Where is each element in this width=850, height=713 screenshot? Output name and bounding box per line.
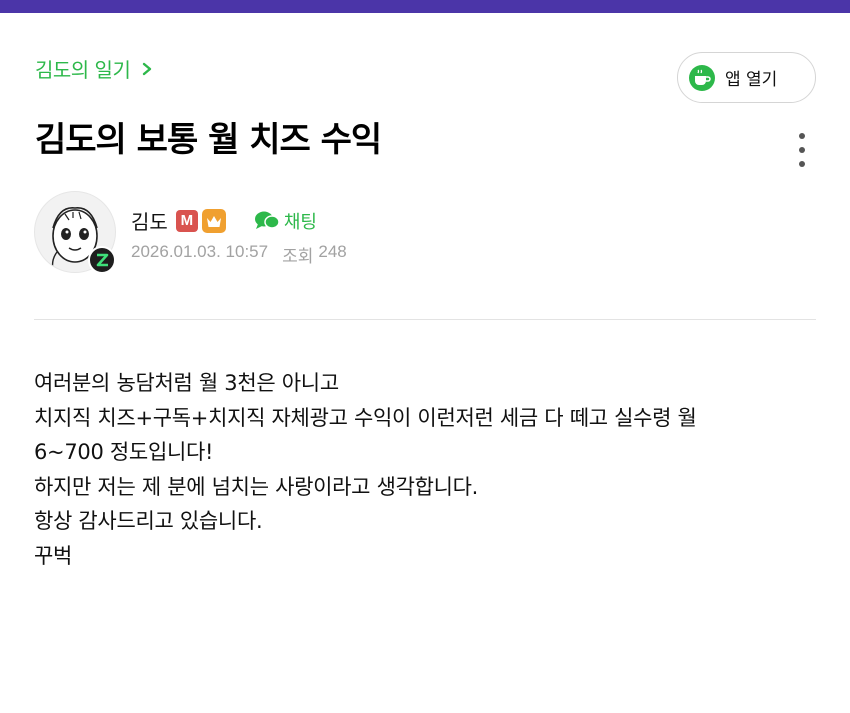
chevron-right-icon	[143, 62, 152, 75]
header-divider	[34, 319, 816, 320]
body-line: 6~700 정도입니다!	[34, 440, 214, 465]
open-app-button[interactable]: 앱 열기	[677, 52, 816, 103]
post-body: 여러분의 농담처럼 월 3천은 아니고 치지직 치즈+구독+치지직 자체광고 수…	[34, 366, 824, 574]
more-vertical-icon[interactable]	[790, 130, 814, 170]
body-line: 치지직 치즈+구독+치지직 자체광고 수익이 이런저런 세금 다 떼고 실수령 …	[34, 405, 697, 430]
crown-icon	[201, 208, 226, 233]
body-line: 여러분의 농담처럼 월 3천은 아니고	[34, 371, 339, 395]
top-status-bar	[0, 0, 850, 13]
view-count: 조회 248	[282, 242, 347, 267]
author-info: 김도 M 채팅	[131, 206, 317, 235]
member-level-badge	[88, 246, 116, 274]
cafe-name-link[interactable]: 김도의 일기	[35, 54, 154, 83]
views-number: 248	[318, 242, 347, 261]
cup-icon	[689, 64, 715, 91]
chat-label: 채팅	[283, 211, 317, 233]
views-label: 조회	[282, 247, 314, 266]
chat-bubble-icon	[254, 211, 280, 229]
author-name[interactable]: 김도	[131, 206, 168, 235]
open-app-label: 앱 열기	[725, 70, 778, 90]
level-z-icon	[96, 253, 109, 267]
post-date: 2026.01.03. 10:57	[131, 242, 269, 261]
body-line: 하지만 저는 제 분에 넘치는 사랑이라고 생각합니다.	[34, 474, 479, 499]
post-title: 김도의 보통 월 치즈 수익	[35, 120, 382, 160]
body-line: 꾸벅	[34, 543, 73, 568]
body-line: 항상 감사드리고 있습니다.	[34, 509, 263, 534]
cafe-name: 김도의 일기	[35, 58, 131, 82]
manager-badge: M	[175, 209, 198, 232]
post-meta: 2026.01.03. 10:57 조회 248	[131, 242, 347, 267]
chat-button[interactable]: 채팅	[254, 208, 317, 234]
